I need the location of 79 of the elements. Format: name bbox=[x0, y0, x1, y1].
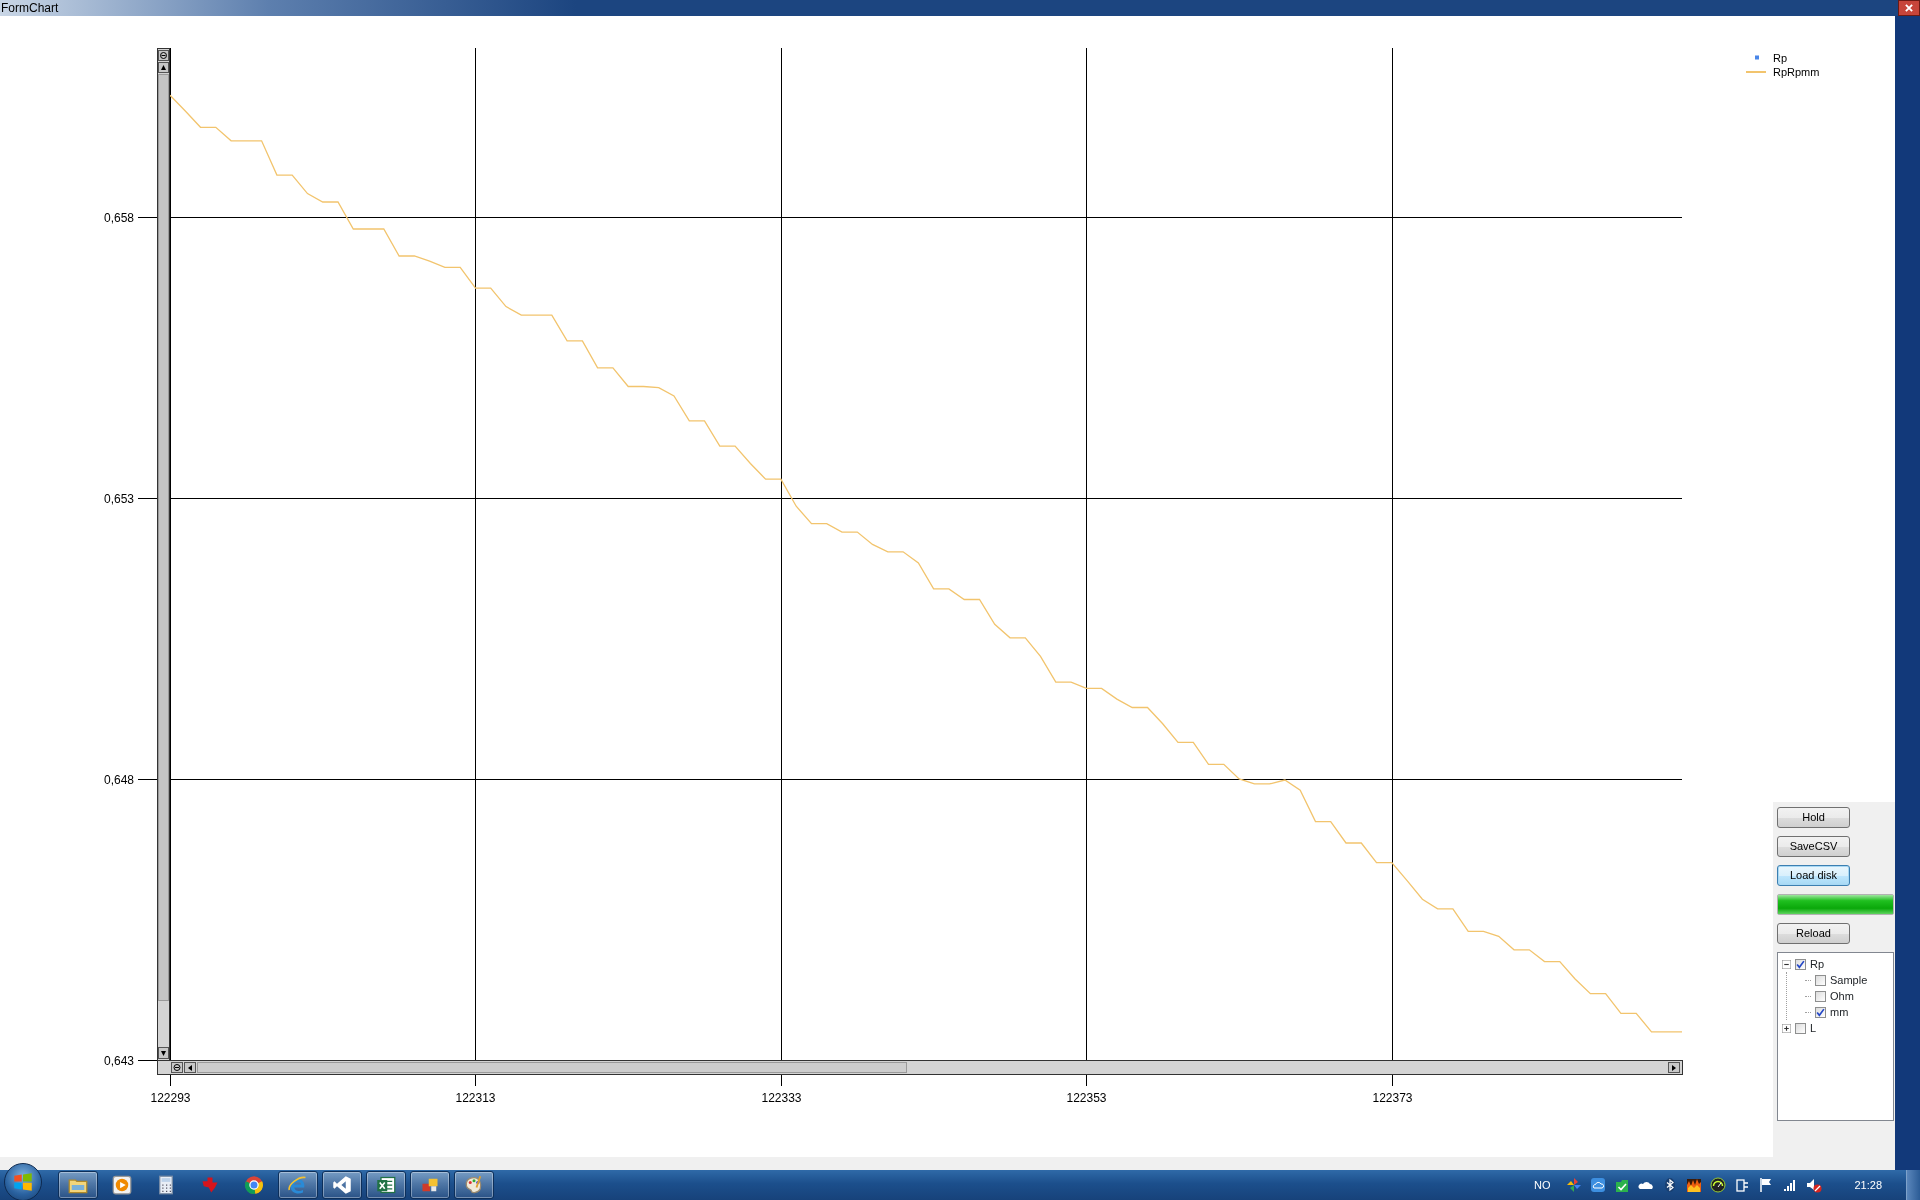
emblem-icon bbox=[200, 1175, 220, 1195]
legend-marker bbox=[1755, 55, 1759, 60]
palette-icon bbox=[464, 1175, 484, 1195]
tick-mark bbox=[137, 779, 158, 780]
panel-button[interactable]: SaveCSV bbox=[1777, 836, 1850, 857]
y-tick-label: 0,643 bbox=[103, 1053, 134, 1068]
tree-item-label[interactable]: L bbox=[1810, 1020, 1817, 1036]
spreadsheet-icon bbox=[376, 1175, 396, 1195]
taskbar-button[interactable] bbox=[454, 1171, 494, 1199]
scroll-down-button[interactable] bbox=[158, 1047, 169, 1059]
tree-item-label[interactable]: Sample bbox=[1830, 972, 1868, 988]
checkbox[interactable] bbox=[1815, 1006, 1826, 1018]
taskbar-button[interactable] bbox=[322, 1171, 362, 1199]
ring-logo-icon bbox=[244, 1175, 264, 1195]
x-tick-label: 122373 bbox=[1372, 1091, 1413, 1105]
panel-button[interactable]: Load disk bbox=[1777, 865, 1850, 886]
expander-icon[interactable] bbox=[1782, 959, 1791, 969]
x-tick-label: 122333 bbox=[761, 1091, 802, 1105]
panel-button[interactable]: Hold bbox=[1777, 807, 1850, 828]
start-button[interactable] bbox=[4, 1163, 42, 1200]
checkbox[interactable] bbox=[1795, 1022, 1806, 1034]
gauge-icon[interactable] bbox=[1710, 1177, 1727, 1193]
vertical-scrollbar[interactable] bbox=[157, 48, 170, 1061]
taskbar-button[interactable] bbox=[278, 1171, 318, 1199]
infinity-logo-icon bbox=[332, 1175, 352, 1195]
plug-icon[interactable] bbox=[1734, 1177, 1751, 1193]
play-icon bbox=[112, 1175, 132, 1195]
clock[interactable]: 21:28 bbox=[1854, 1176, 1882, 1194]
tick-mark bbox=[1392, 1074, 1393, 1087]
scroll-thumb[interactable] bbox=[158, 74, 169, 1001]
scroll-right-button[interactable] bbox=[1668, 1062, 1680, 1073]
taskbar-button[interactable] bbox=[366, 1171, 406, 1199]
scroll-left-button[interactable] bbox=[184, 1062, 196, 1073]
y-tick-label: 0,658 bbox=[103, 210, 134, 225]
tree-item-label[interactable]: Ohm bbox=[1830, 988, 1854, 1004]
zoom-reset-button[interactable] bbox=[158, 50, 169, 61]
taskbar-button[interactable] bbox=[410, 1171, 450, 1199]
check-icon bbox=[1816, 1007, 1825, 1017]
tree-item-label[interactable]: Rp bbox=[1810, 956, 1825, 972]
speaker-muted-icon[interactable] bbox=[1806, 1177, 1823, 1193]
legend-line bbox=[1745, 71, 1767, 73]
close-button[interactable] bbox=[1898, 0, 1920, 16]
expander-icon[interactable] bbox=[1782, 1023, 1791, 1033]
flame-icon[interactable] bbox=[1686, 1177, 1703, 1193]
scroll-thumb[interactable] bbox=[197, 1062, 907, 1073]
language-indicator[interactable]: NO bbox=[1533, 1176, 1551, 1194]
check-icon bbox=[1796, 959, 1805, 969]
calculator-icon bbox=[156, 1175, 176, 1195]
tree-item-label[interactable]: mm bbox=[1830, 1004, 1849, 1020]
checkbox[interactable] bbox=[1815, 990, 1826, 1002]
tick-mark bbox=[1086, 1074, 1087, 1087]
legend-label: RpRpmm bbox=[1773, 66, 1820, 78]
e-logo-icon bbox=[288, 1175, 308, 1195]
show-desktop-button[interactable] bbox=[1906, 1170, 1920, 1200]
x-tick-label: 122353 bbox=[1066, 1091, 1107, 1105]
close-icon bbox=[1904, 3, 1914, 13]
y-tick-label: 0,648 bbox=[103, 772, 134, 787]
check-icon[interactable] bbox=[1614, 1177, 1631, 1193]
tick-mark bbox=[170, 1074, 171, 1087]
reload-button[interactable]: Reload bbox=[1777, 923, 1850, 944]
tick-mark bbox=[137, 498, 158, 499]
legend-label: Rp bbox=[1773, 52, 1788, 64]
pinwheel-icon[interactable] bbox=[1566, 1177, 1583, 1193]
tick-mark bbox=[781, 1074, 782, 1087]
windows-logo-icon bbox=[13, 1172, 33, 1192]
checkbox[interactable] bbox=[1795, 958, 1806, 970]
checkbox[interactable] bbox=[1815, 974, 1826, 986]
y-tick-label: 0,653 bbox=[103, 491, 134, 506]
tick-mark bbox=[475, 1074, 476, 1087]
x-tick-label: 122313 bbox=[455, 1091, 496, 1105]
x-tick-label: 122293 bbox=[150, 1091, 191, 1105]
tick-mark bbox=[137, 1060, 158, 1061]
tick-mark bbox=[137, 217, 158, 218]
cloud-icon[interactable] bbox=[1590, 1177, 1607, 1193]
window-title: FormChart bbox=[0, 0, 59, 16]
taskbar-button[interactable] bbox=[58, 1171, 98, 1199]
zoom-reset-button[interactable] bbox=[171, 1062, 183, 1073]
horizontal-scrollbar[interactable] bbox=[157, 1060, 1683, 1075]
scroll-up-button[interactable] bbox=[158, 62, 169, 73]
